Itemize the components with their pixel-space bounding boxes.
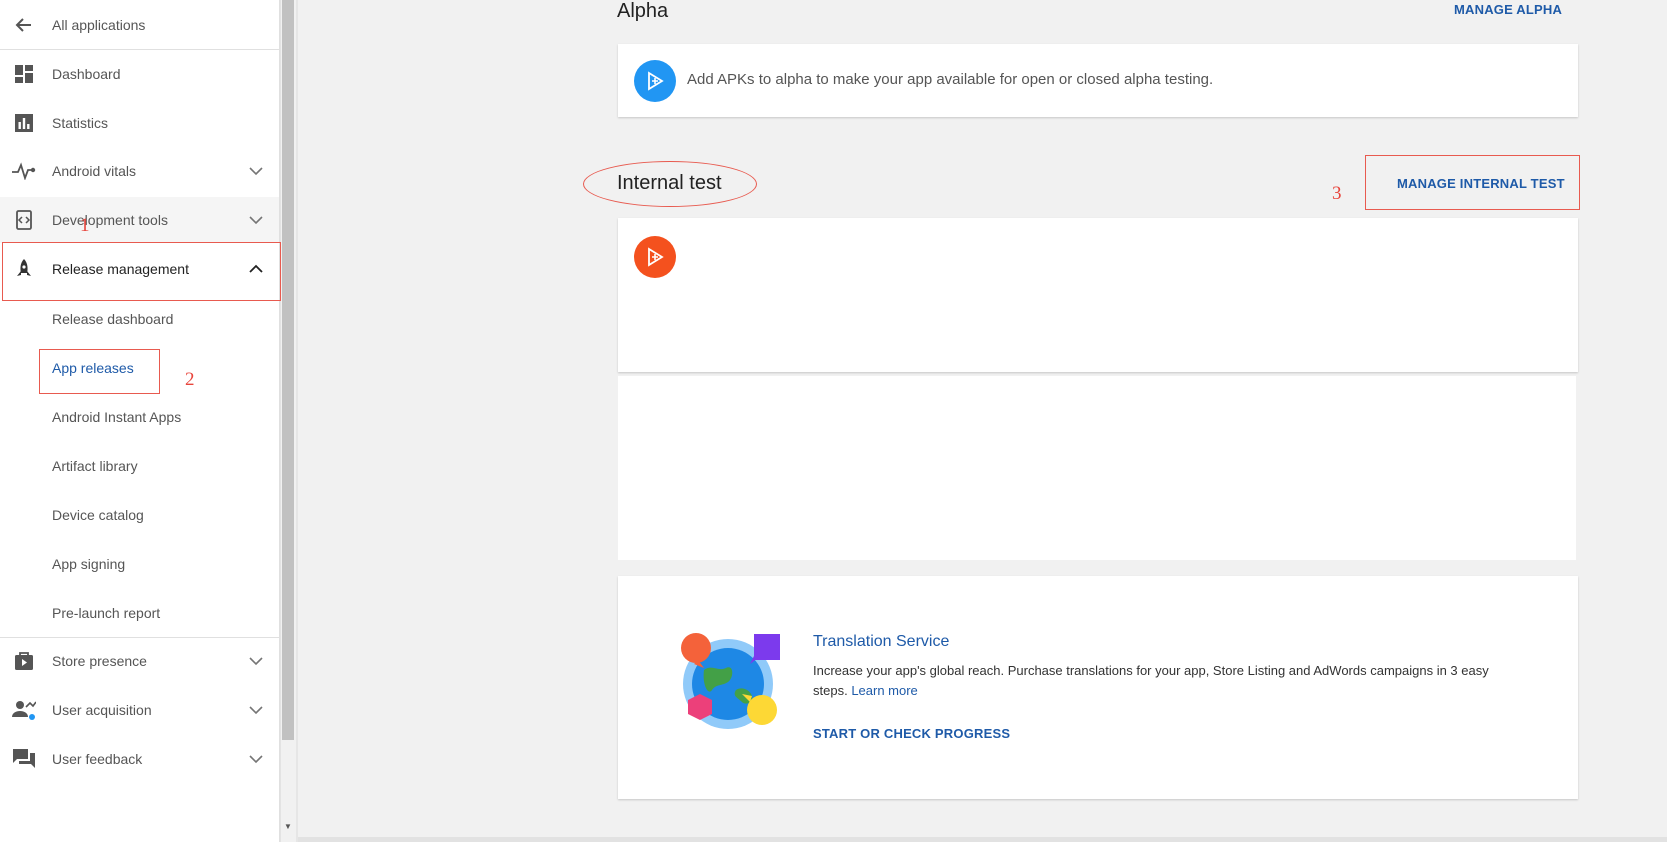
back-to-all-applications[interactable]: All applications bbox=[0, 2, 279, 48]
start-or-check-progress-button[interactable]: START OR CHECK PROGRESS bbox=[813, 726, 1010, 741]
play-track-icon bbox=[634, 60, 676, 102]
sidebar-item-label: Store presence bbox=[52, 653, 147, 669]
blank-card bbox=[618, 376, 1576, 560]
sidebar-item-label: User feedback bbox=[52, 751, 143, 767]
sidebar-item-label: User acquisition bbox=[52, 702, 152, 718]
translation-service-card: Translation Service Increase your app's … bbox=[618, 576, 1578, 799]
sidebar-subitem-app-signing[interactable]: App signing bbox=[0, 541, 279, 587]
back-label: All applications bbox=[52, 17, 146, 33]
sidebar-subitem-artifact-library[interactable]: Artifact library bbox=[0, 443, 279, 489]
play-track-icon bbox=[634, 236, 676, 278]
sidebar-subitem-label: Android Instant Apps bbox=[52, 409, 182, 425]
sidebar-item-user-acquisition[interactable]: User acquisition bbox=[0, 687, 279, 733]
translation-service-title: Translation Service bbox=[813, 633, 950, 650]
sidebar-item-statistics[interactable]: Statistics bbox=[0, 100, 279, 146]
alpha-empty-message: Add APKs to alpha to make your app avail… bbox=[687, 71, 1214, 88]
sidebar-item-label: Development tools bbox=[52, 212, 168, 228]
bar-chart-icon bbox=[12, 111, 36, 135]
code-device-icon bbox=[12, 208, 36, 232]
sidebar-item-store-presence[interactable]: Store presence bbox=[0, 638, 279, 684]
sidebar-subitem-pre-launch-report[interactable]: Pre-launch report bbox=[0, 590, 279, 636]
sidebar-scrollbar-thumb[interactable] bbox=[282, 0, 294, 740]
annotation-number: 1 bbox=[80, 215, 90, 236]
chevron-down-icon bbox=[248, 212, 264, 228]
internal-test-card bbox=[618, 218, 1578, 372]
globe-illustration-icon bbox=[676, 632, 780, 732]
sidebar-item-label: Statistics bbox=[52, 115, 109, 131]
sidebar: All applications Dashboard Statistics An… bbox=[0, 0, 280, 842]
sidebar-subitem-release-dashboard[interactable]: Release dashboard bbox=[0, 296, 279, 342]
sidebar-subitem-label: Pre-launch report bbox=[52, 605, 161, 621]
annotation-number: 2 bbox=[185, 369, 195, 390]
sidebar-subitem-label: Device catalog bbox=[52, 507, 144, 523]
divider bbox=[0, 49, 279, 50]
sidebar-subitem-label: Artifact library bbox=[52, 458, 138, 474]
internal-test-section-title: Internal test bbox=[617, 172, 722, 194]
sidebar-subitem-label: Release dashboard bbox=[52, 311, 174, 327]
sidebar-item-development-tools[interactable]: Development tools bbox=[0, 197, 279, 243]
chevron-down-icon bbox=[248, 653, 264, 669]
translation-service-description: Increase your app's global reach. Purcha… bbox=[813, 661, 1503, 701]
learn-more-link[interactable]: Learn more bbox=[851, 683, 917, 698]
sidebar-item-android-vitals[interactable]: Android vitals bbox=[0, 148, 279, 194]
sidebar-item-label: Android vitals bbox=[52, 163, 137, 179]
annotation-box-app-releases bbox=[39, 349, 160, 394]
sidebar-subitem-label: App signing bbox=[52, 556, 126, 572]
feedback-icon bbox=[12, 747, 36, 771]
manage-internal-test-button[interactable]: MANAGE INTERNAL TEST bbox=[1397, 176, 1565, 191]
sidebar-item-user-feedback[interactable]: User feedback bbox=[0, 736, 279, 782]
annotation-number: 3 bbox=[1332, 183, 1342, 204]
alpha-section-title: Alpha bbox=[617, 0, 669, 22]
scroll-down-arrow-icon[interactable]: ▼ bbox=[283, 822, 293, 832]
chevron-down-icon bbox=[248, 163, 264, 179]
pulse-icon bbox=[12, 159, 36, 183]
dashboard-icon bbox=[12, 62, 36, 86]
sidebar-item-dashboard[interactable]: Dashboard bbox=[0, 51, 279, 97]
arrow-back-icon bbox=[12, 13, 36, 37]
manage-alpha-button[interactable]: MANAGE ALPHA bbox=[1454, 2, 1562, 17]
user-acquisition-icon bbox=[12, 698, 36, 722]
chevron-down-icon bbox=[248, 702, 264, 718]
sidebar-edge bbox=[296, 0, 298, 842]
store-icon bbox=[12, 649, 36, 673]
sidebar-subitem-android-instant-apps[interactable]: Android Instant Apps bbox=[0, 394, 279, 440]
chevron-down-icon bbox=[248, 751, 264, 767]
sidebar-subitem-device-catalog[interactable]: Device catalog bbox=[0, 492, 279, 538]
sidebar-item-label: Dashboard bbox=[52, 66, 121, 82]
alpha-card: Add APKs to alpha to make your app avail… bbox=[618, 44, 1578, 117]
annotation-box-release-management bbox=[2, 242, 281, 301]
bottom-scrollbar[interactable] bbox=[298, 837, 1667, 842]
